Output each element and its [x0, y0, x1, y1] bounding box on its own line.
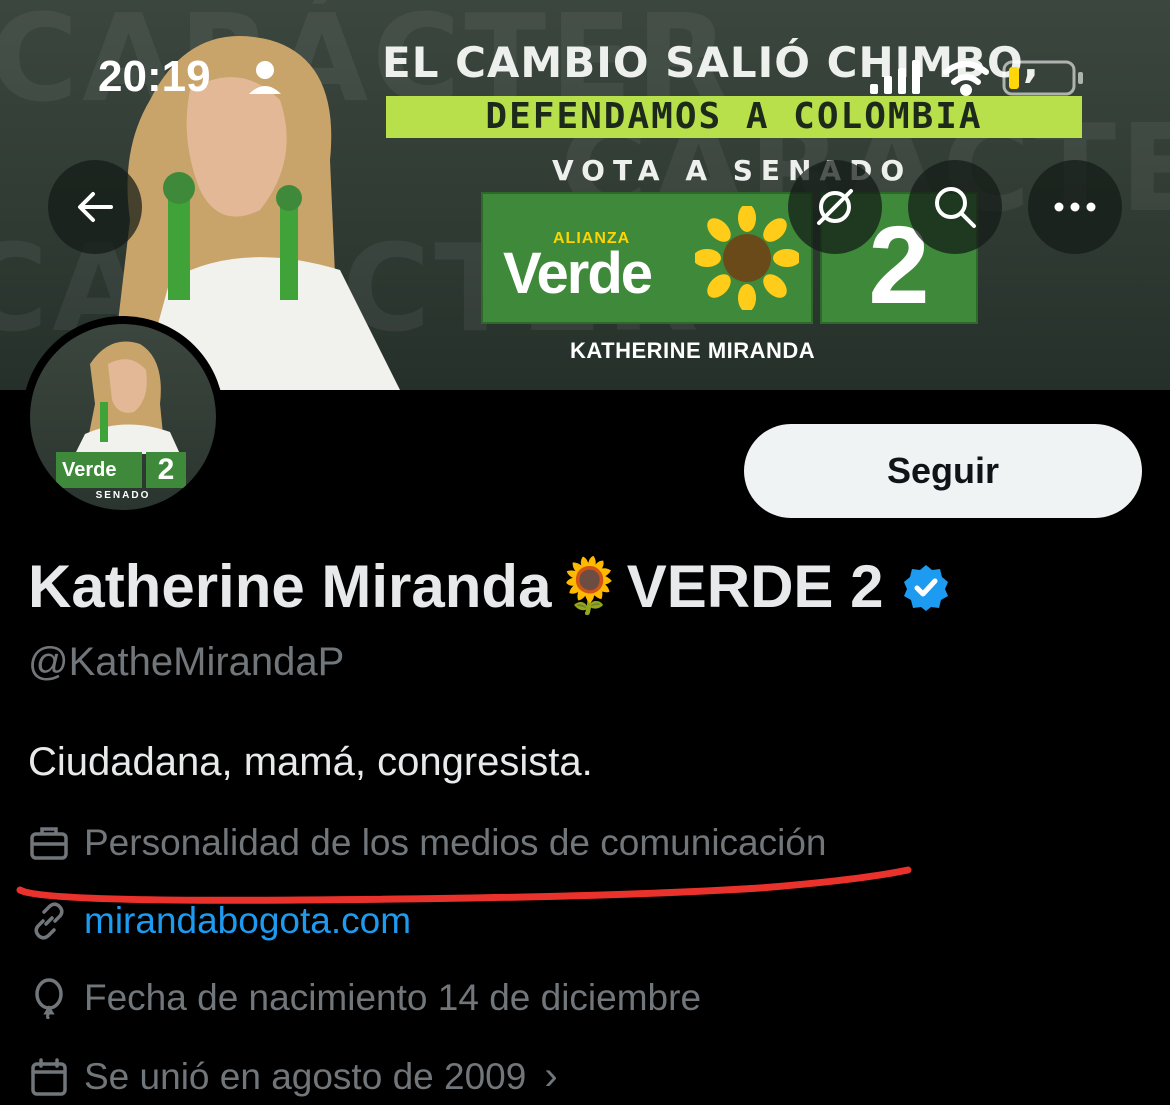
banner-subheadline: DEFENDAMOS A COLOMBIA — [386, 96, 1082, 138]
banner-candidate-name: KATHERINE MIRANDA — [570, 338, 816, 363]
arrow-left-icon — [78, 192, 113, 222]
bio-text: Ciudadana, mamá, congresista. — [28, 740, 593, 784]
back-button[interactable] — [48, 160, 142, 254]
search-icon — [935, 187, 976, 228]
profile-avatar[interactable]: Verde 2 SENADO — [22, 316, 224, 518]
avatar-caption: SENADO — [95, 490, 151, 501]
eye-slash-icon — [817, 189, 853, 225]
calendar-icon — [31, 1057, 67, 1096]
joined-text: Se unió en agosto de 2009 — [84, 1055, 527, 1097]
party-logo: ALIANZA Verde — [481, 192, 813, 324]
display-name-text: Katherine Miranda — [28, 553, 552, 620]
chevron-right-icon: › — [544, 1054, 558, 1098]
user-handle: @KatheMirandaP — [28, 640, 345, 684]
follow-button[interactable]: Seguir — [744, 424, 1142, 518]
party-name: Verde — [503, 241, 653, 306]
status-time: 20:19 — [98, 52, 211, 101]
balloon-icon — [35, 978, 63, 1019]
website-link[interactable]: mirandabogota.com — [84, 900, 411, 942]
category-text: Personalidad de los medios de comunicaci… — [84, 822, 827, 863]
search-button[interactable] — [908, 160, 1002, 254]
banner-headline: EL CAMBIO SALIÓ CHIMBO, — [382, 38, 1040, 87]
hide-button[interactable] — [788, 160, 882, 254]
verified-badge-icon[interactable] — [901, 562, 951, 612]
profile-birthday: Fecha de nacimiento 14 de diciembre — [28, 977, 701, 1019]
profile-category: Personalidad de los medios de comunicaci… — [28, 822, 827, 864]
avatar-image: Verde 2 SENADO — [30, 324, 216, 510]
link-icon — [34, 902, 64, 940]
birthday-text: Fecha de nacimiento 14 de diciembre — [84, 977, 702, 1018]
avatar-party-name: Verde — [56, 452, 142, 488]
sunflower-icon — [695, 206, 799, 310]
avatar-number: 2 — [146, 452, 186, 488]
display-name-suffix: VERDE 2 — [626, 553, 884, 620]
profile-website[interactable]: mirandabogota.com — [28, 900, 411, 942]
profile-joined[interactable]: Se unió en agosto de 2009 › — [28, 1054, 558, 1099]
briefcase-icon — [30, 827, 68, 860]
more-horizontal-icon — [1054, 202, 1096, 212]
sunflower-emoji: 🌻 — [555, 556, 623, 616]
display-name: Katherine Miranda 🌻 VERDE 2 — [28, 552, 951, 621]
more-button[interactable] — [1028, 160, 1122, 254]
